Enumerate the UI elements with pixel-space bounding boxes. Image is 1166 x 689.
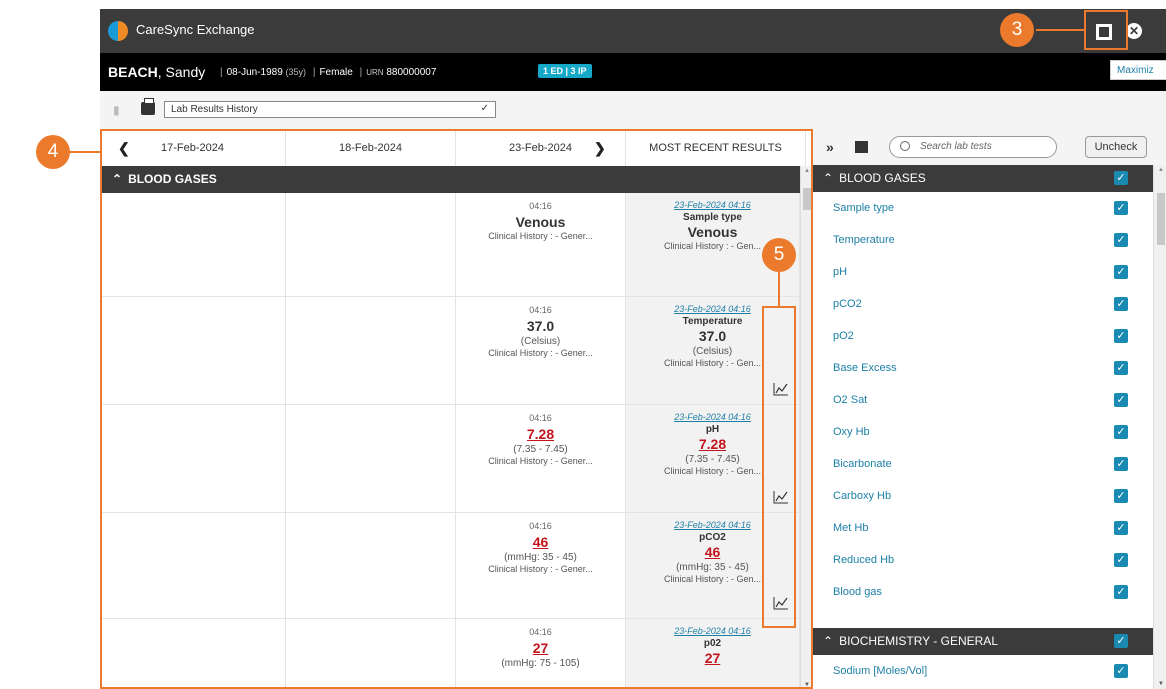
checkbox[interactable]: ✓: [1114, 265, 1128, 279]
uncheck-button[interactable]: Uncheck: [1085, 136, 1147, 158]
checkbox[interactable]: ✓: [1114, 425, 1128, 439]
checkbox[interactable]: ✓: [1114, 489, 1128, 503]
view-select-value: Lab Results History: [171, 104, 258, 115]
callout-badge-5: 5: [762, 238, 796, 272]
filter-toolbar: » Search lab tests Uncheck: [813, 129, 1166, 165]
urn-label: URN: [366, 68, 384, 77]
checkbox[interactable]: ✓: [1114, 329, 1128, 343]
filter-item-label: Temperature: [833, 234, 895, 246]
patient-sex: Female: [319, 67, 353, 78]
filter-section-biochemistry[interactable]: ⌃ BIOCHEMISTRY - GENERAL ✓: [813, 628, 1153, 655]
filter-list: Sodium [Moles/Vol] ✓: [813, 655, 1153, 687]
search-placeholder: Search lab tests: [920, 141, 992, 152]
filter-item[interactable]: Reduced Hb ✓: [813, 544, 1153, 576]
callout-line: [778, 272, 780, 306]
callout-line: [1036, 29, 1084, 31]
section-title: BIOCHEMISTRY - GENERAL: [839, 634, 998, 648]
filter-item[interactable]: Sample type ✓: [813, 192, 1153, 224]
scroll-thumb[interactable]: [1157, 193, 1165, 245]
filter-item[interactable]: pCO2 ✓: [813, 288, 1153, 320]
callout-badge-4: 4: [36, 135, 70, 169]
search-lab-tests-input[interactable]: Search lab tests: [889, 136, 1057, 158]
filter-item[interactable]: Sodium [Moles/Vol] ✓: [813, 655, 1153, 687]
patient-name: BEACH, Sandy: [108, 64, 205, 80]
callout-line: [66, 151, 100, 153]
separator: |: [312, 67, 316, 78]
separator: |: [220, 67, 223, 78]
filter-item-label: pO2: [833, 330, 854, 342]
checkbox[interactable]: ✓: [1114, 233, 1128, 247]
filter-item[interactable]: Base Excess ✓: [813, 352, 1153, 384]
checkbox[interactable]: ✓: [1114, 664, 1128, 678]
app-title: CareSync Exchange: [136, 22, 255, 37]
export-icon[interactable]: ▮: [113, 103, 125, 117]
filter-item[interactable]: Met Hb ✓: [813, 512, 1153, 544]
view-select[interactable]: Lab Results History ✓: [164, 101, 496, 118]
section-title: BLOOD GASES: [839, 171, 926, 185]
filter-item[interactable]: O2 Sat ✓: [813, 384, 1153, 416]
filter-item[interactable]: Temperature ✓: [813, 224, 1153, 256]
callout-badge-3: 3: [1000, 13, 1034, 47]
checkbox[interactable]: ✓: [1114, 393, 1128, 407]
filter-scrollbar[interactable]: ▲ ▼: [1153, 165, 1166, 689]
patient-banner: BEACH, Sandy | 08-Jun-1989 (35y) | Female …: [100, 53, 1166, 91]
section-checkbox[interactable]: ✓: [1114, 634, 1128, 648]
filter-item-label: Bicarbonate: [833, 458, 892, 470]
collapse-panel-icon[interactable]: »: [826, 139, 834, 155]
chevron-down-icon: ✓: [480, 103, 489, 114]
filter-item-label: Met Hb: [833, 522, 869, 534]
filter-item-label: Reduced Hb: [833, 554, 895, 566]
filter-item-label: Sample type: [833, 202, 895, 214]
separator: |: [359, 67, 363, 78]
checkbox[interactable]: ✓: [1114, 553, 1128, 567]
filter-item-label: Base Excess: [833, 362, 897, 374]
print-icon[interactable]: [141, 98, 155, 115]
checkbox[interactable]: ✓: [1114, 521, 1128, 535]
checkbox[interactable]: ✓: [1114, 297, 1128, 311]
checkbox[interactable]: ✓: [1114, 201, 1128, 215]
callout-outline-results: [100, 129, 813, 689]
filter-section-blood-gases[interactable]: ⌃ BLOOD GASES ✓: [813, 165, 1153, 192]
filter-item-label: Sodium [Moles/Vol]: [833, 665, 928, 677]
filter-item[interactable]: Bicarbonate ✓: [813, 448, 1153, 480]
checkbox[interactable]: ✓: [1114, 361, 1128, 375]
filter-item-label: Oxy Hb: [833, 426, 870, 438]
callout-outline-trends: [762, 306, 796, 628]
test-filter-panel: » Search lab tests Uncheck ⌃ BLOOD GASES …: [812, 129, 1166, 689]
filter-item[interactable]: pH ✓: [813, 256, 1153, 288]
export-icon[interactable]: [855, 141, 868, 153]
filter-item-label: Carboxy Hb: [833, 490, 892, 502]
close-button[interactable]: ✕: [1126, 23, 1142, 39]
patient-surname: BEACH: [108, 64, 158, 80]
checkbox[interactable]: ✓: [1114, 457, 1128, 471]
scroll-down-icon[interactable]: ▼: [1158, 681, 1164, 687]
scroll-up-icon[interactable]: ▲: [1158, 167, 1164, 173]
filter-item-label: Blood gas: [833, 586, 882, 598]
app-logo-icon: [108, 21, 128, 41]
callout-outline-maximize: [1084, 10, 1128, 50]
patient-dob: 08-Jun-1989: [226, 67, 283, 78]
patient-age: (35y): [285, 67, 307, 77]
filter-item[interactable]: pO2 ✓: [813, 320, 1153, 352]
patient-demographics: | 08-Jun-1989 (35y) | Female | URN 88000000…: [216, 67, 436, 78]
filter-item[interactable]: Oxy Hb ✓: [813, 416, 1153, 448]
patient-urn: 880000007: [386, 67, 437, 78]
checkbox[interactable]: ✓: [1114, 585, 1128, 599]
main-toolbar: ▮ Lab Results History ✓: [100, 91, 1166, 127]
section-checkbox[interactable]: ✓: [1114, 171, 1128, 185]
filter-item-label: pCO2: [833, 298, 862, 310]
filter-list: Sample type ✓ Temperature ✓ pH ✓ pCO2 ✓ pO2 ✓…: [813, 192, 1153, 608]
encounter-badge[interactable]: 1 ED | 3 IP: [538, 64, 592, 78]
chevron-up-icon: ⌃: [823, 634, 834, 648]
search-icon: [900, 141, 910, 151]
filter-item-label: pH: [833, 266, 848, 278]
maximize-tooltip: Maximiz: [1110, 60, 1166, 80]
filter-item-label: O2 Sat: [833, 394, 868, 406]
patient-given-name: , Sandy: [157, 64, 206, 80]
filter-item[interactable]: Carboxy Hb ✓: [813, 480, 1153, 512]
filter-item[interactable]: Blood gas ✓: [813, 576, 1153, 608]
chevron-up-icon: ⌃: [823, 171, 834, 185]
